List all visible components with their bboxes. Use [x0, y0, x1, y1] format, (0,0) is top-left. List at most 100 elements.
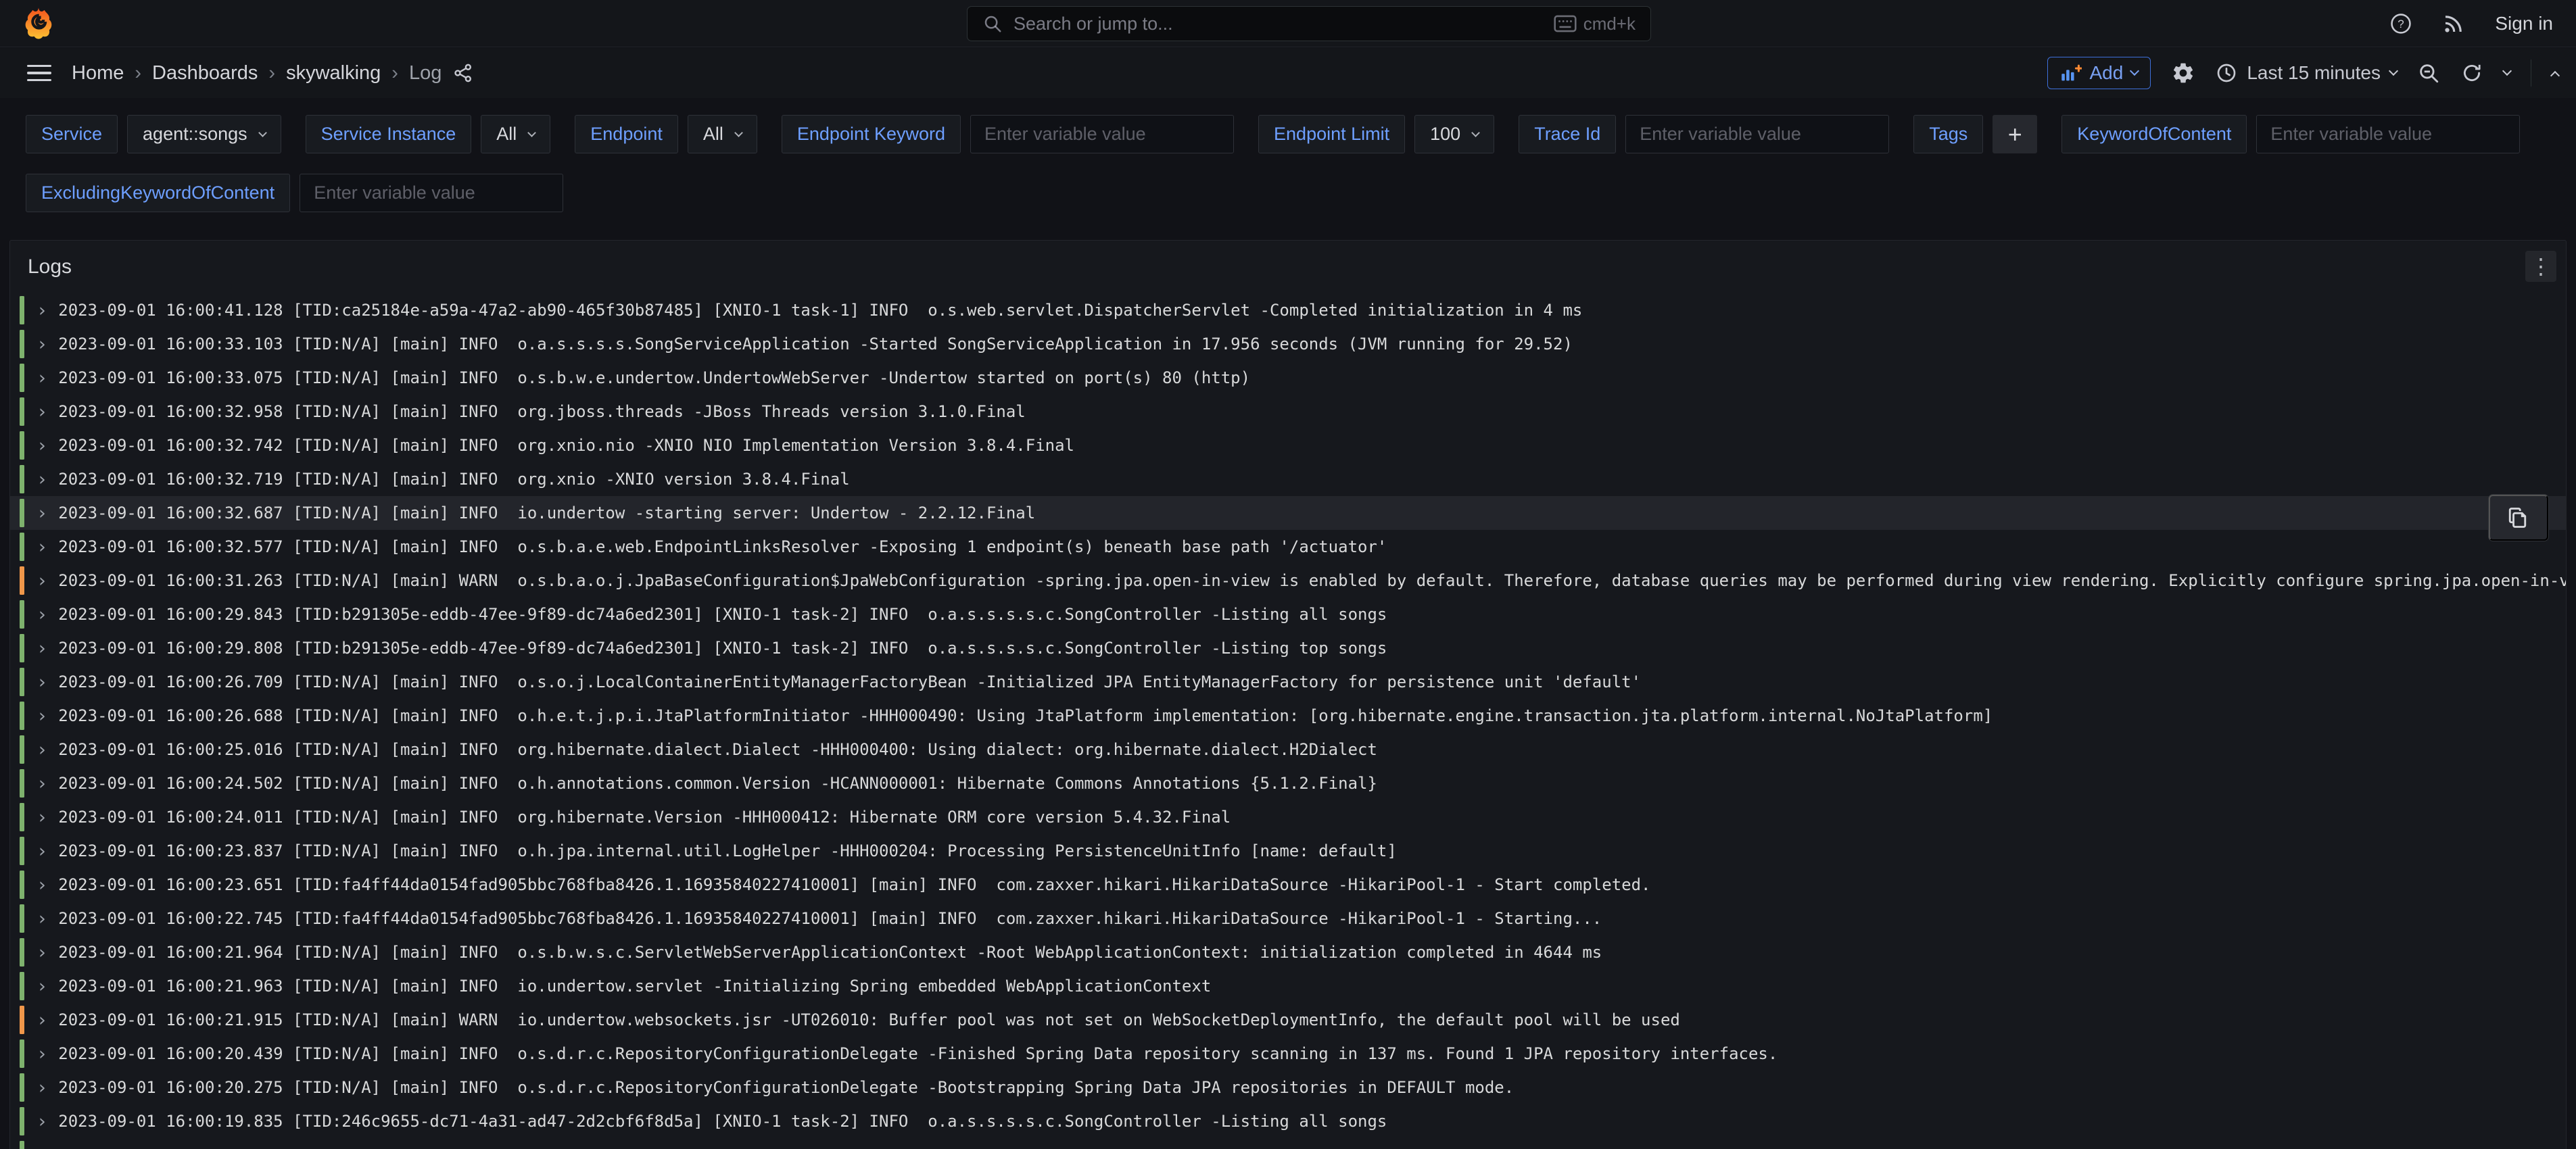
- expand-row-chevron-icon[interactable]: ›: [37, 369, 47, 387]
- log-row[interactable]: ›2023-09-01 16:00:25.016 [TID:N/A] [main…: [10, 733, 2566, 766]
- variable-input-endpoint-keyword[interactable]: [970, 115, 1234, 153]
- search-input[interactable]: Search or jump to... cmd+k: [967, 6, 1651, 41]
- keyboard-shortcut-hint: cmd+k: [1554, 14, 1636, 34]
- log-row[interactable]: › 2023-09-01 16:00:29.843 [TID:b291305e-e…: [10, 597, 2566, 631]
- expand-row-chevron-icon[interactable]: ›: [37, 606, 47, 624]
- variable-select-endpoint[interactable]: All: [688, 115, 757, 153]
- search-placeholder: Search or jump to...: [1013, 14, 1543, 34]
- variable-select-service[interactable]: agent::songs: [127, 115, 281, 153]
- log-level-info-bar: [20, 397, 24, 426]
- breadcrumb-item-dashboards[interactable]: Dashboards: [152, 62, 258, 84]
- log-row[interactable]: ›2023-09-01 16:00:33.075 [TID:N/A] [main…: [10, 361, 2566, 395]
- log-row[interactable]: ›2023-09-01 16:00:22.745 [TID:fa4ff44da0…: [10, 902, 2566, 935]
- tags-add-button[interactable]: +: [1993, 115, 2037, 153]
- log-line-text: 2023-09-01 16:00:31.263 [TID:N/A] [main]…: [58, 571, 2566, 590]
- log-line-text: 2023-09-01 16:00:32.958 [TID:N/A] [main]…: [58, 402, 2566, 421]
- help-icon[interactable]: ?: [2389, 12, 2412, 35]
- copy-log-button[interactable]: [2489, 495, 2548, 541]
- expand-row-chevron-icon[interactable]: ›: [37, 403, 47, 421]
- expand-row-chevron-icon[interactable]: ›: [37, 944, 47, 962]
- log-row[interactable]: ›2023-09-01 16:00:23.837 [TID:N/A] [main…: [10, 834, 2566, 868]
- expand-row-chevron-icon[interactable]: ›: [37, 673, 47, 691]
- expand-row-chevron-icon[interactable]: ›: [37, 1079, 47, 1097]
- chevron-down-icon: [527, 128, 536, 137]
- expand-row-chevron-icon[interactable]: ›: [37, 741, 47, 759]
- share-dashboard-icon[interactable]: [452, 62, 474, 84]
- log-line-text: 2023-09-01 16:00:26.709 [TID:N/A] [main]…: [58, 673, 2566, 691]
- log-row[interactable]: ›2023-09-01 16:00:32.687 [TID:N/A] [main…: [10, 496, 2566, 530]
- log-row[interactable]: ›: [10, 1138, 2566, 1149]
- log-row[interactable]: ›2023-09-01 16:00:32.577 [TID:N/A] [main…: [10, 530, 2566, 564]
- log-line-text: 2023-09-01 16:00:41.128 [TID:ca25184e-a5…: [58, 301, 2566, 320]
- log-row[interactable]: ›2023-09-01 16:00:24.011 [TID:N/A] [main…: [10, 800, 2566, 834]
- log-row[interactable]: ›2023-09-01 16:00:26.688 [TID:N/A] [main…: [10, 699, 2566, 733]
- log-row[interactable]: ›2023-09-01 16:00:33.103 [TID:N/A] [main…: [10, 327, 2566, 361]
- log-row[interactable]: › 2023-09-01 16:00:32.958 [TID:N/A] [main…: [10, 395, 2566, 429]
- expand-row-chevron-icon[interactable]: ›: [37, 572, 47, 590]
- expand-row-chevron-icon[interactable]: ›: [37, 977, 47, 996]
- log-row[interactable]: ›2023-09-01 16:00:24.502 [TID:N/A] [main…: [10, 766, 2566, 800]
- collapse-caret-icon[interactable]: [2550, 71, 2560, 80]
- log-row[interactable]: ›2023-09-01 16:00:20.275 [TID:N/A] [main…: [10, 1071, 2566, 1104]
- variable-select-service-instance[interactable]: All: [481, 115, 550, 153]
- variable-value: All: [496, 124, 517, 145]
- grafana-logo-icon[interactable]: [23, 6, 54, 41]
- variable-label-keywordofcontent: KeywordOfContent: [2061, 115, 2247, 153]
- log-row[interactable]: › 2023-09-01 16:00:31.263 [TID:N/A] [main…: [10, 564, 2566, 597]
- expand-row-chevron-icon[interactable]: ›: [37, 775, 47, 793]
- zoom-out-time-icon[interactable]: [2417, 62, 2440, 84]
- log-row[interactable]: ›2023-09-01 16:00:23.651 [TID:fa4ff44da0…: [10, 868, 2566, 902]
- expand-row-chevron-icon[interactable]: ›: [37, 301, 47, 320]
- variable-input-excludingkeywordofcontent[interactable]: [300, 174, 563, 212]
- log-row[interactable]: ›2023-09-01 16:00:19.835 [TID:246c9655-d…: [10, 1104, 2566, 1138]
- expand-row-chevron-icon[interactable]: ›: [37, 437, 47, 455]
- breadcrumb-item-home[interactable]: Home: [72, 62, 124, 84]
- sign-in-button[interactable]: Sign in: [2495, 13, 2553, 34]
- log-row[interactable]: ›2023-09-01 16:00:32.742 [TID:N/A] [main…: [10, 429, 2566, 462]
- time-range-picker[interactable]: Last 15 minutes: [2216, 62, 2397, 84]
- dashboard-settings-gear-icon[interactable]: [2171, 61, 2195, 85]
- clock-icon: [2216, 62, 2237, 84]
- add-button[interactable]: Add: [2047, 57, 2151, 89]
- expand-row-chevron-icon[interactable]: ›: [37, 504, 47, 522]
- log-row[interactable]: ›2023-09-01 16:00:20.439 [TID:N/A] [main…: [10, 1037, 2566, 1071]
- expand-row-chevron-icon[interactable]: ›: [37, 1146, 47, 1149]
- expand-row-chevron-icon[interactable]: ›: [37, 842, 47, 860]
- logs-panel-header[interactable]: Logs ⋮: [10, 241, 2566, 293]
- expand-row-chevron-icon[interactable]: ›: [37, 808, 47, 827]
- chevron-down-icon: [2389, 66, 2398, 76]
- expand-row-chevron-icon[interactable]: ›: [37, 707, 47, 725]
- expand-row-chevron-icon[interactable]: ›: [37, 1011, 47, 1029]
- variable-excludingkeywordofcontent: ExcludingKeywordOfContent: [26, 174, 563, 212]
- variable-select-endpoint-limit[interactable]: 100: [1414, 115, 1494, 153]
- log-row[interactable]: › 2023-09-01 16:00:21.963 [TID:N/A] [main…: [10, 969, 2566, 1003]
- expand-row-chevron-icon[interactable]: ›: [37, 538, 47, 556]
- expand-row-chevron-icon[interactable]: ›: [37, 1113, 47, 1131]
- variable-input-keywordofcontent[interactable]: [2256, 115, 2520, 153]
- news-rss-icon[interactable]: [2442, 12, 2465, 35]
- expand-row-chevron-icon[interactable]: ›: [37, 470, 47, 489]
- log-line-text: 2023-09-01 16:00:29.843 [TID:b291305e-ed…: [58, 605, 2566, 624]
- panel-menu-kebab-icon[interactable]: ⋮: [2525, 251, 2556, 282]
- log-row[interactable]: › 2023-09-01 16:00:41.128 [TID:ca25184e-a…: [10, 293, 2566, 327]
- variable-label-endpoint-limit: Endpoint Limit: [1258, 115, 1405, 153]
- expand-row-chevron-icon[interactable]: ›: [37, 639, 47, 658]
- log-line-text: 2023-09-01 16:00:21.963 [TID:N/A] [main]…: [58, 977, 2566, 996]
- refresh-icon[interactable]: [2460, 62, 2483, 84]
- variable-input-trace-id[interactable]: [1625, 115, 1889, 153]
- log-row[interactable]: ›2023-09-01 16:00:21.915 [TID:N/A] [main…: [10, 1003, 2566, 1037]
- log-row[interactable]: ›2023-09-01 16:00:32.719 [TID:N/A] [main…: [10, 462, 2566, 496]
- refresh-interval-chevron-icon[interactable]: [2502, 66, 2512, 76]
- log-row[interactable]: › 2023-09-01 16:00:26.709 [TID:N/A] [main…: [10, 665, 2566, 699]
- log-row[interactable]: ›2023-09-01 16:00:21.964 [TID:N/A] [main…: [10, 935, 2566, 969]
- mega-menu-icon[interactable]: [27, 65, 51, 82]
- log-level-info-bar: [20, 1107, 24, 1135]
- expand-row-chevron-icon[interactable]: ›: [37, 1045, 47, 1063]
- log-row[interactable]: ›2023-09-01 16:00:29.808 [TID:b291305e-e…: [10, 631, 2566, 665]
- chevron-down-icon: [2130, 66, 2139, 76]
- breadcrumb-item-skywalking[interactable]: skywalking: [286, 62, 381, 84]
- log-level-warn-bar: [20, 1006, 24, 1034]
- expand-row-chevron-icon[interactable]: ›: [37, 335, 47, 353]
- expand-row-chevron-icon[interactable]: ›: [37, 910, 47, 928]
- expand-row-chevron-icon[interactable]: ›: [37, 876, 47, 894]
